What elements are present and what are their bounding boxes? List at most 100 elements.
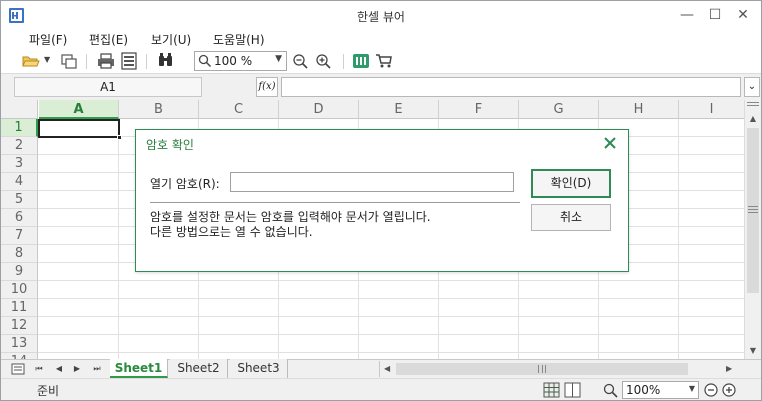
toolbar: ▼ 100 % ▼ <box>1 49 761 74</box>
new-window-icon[interactable] <box>59 52 79 70</box>
column-header[interactable]: H <box>599 100 679 119</box>
password-input[interactable] <box>230 172 514 192</box>
grid-column-line <box>678 119 679 359</box>
row-header[interactable]: 10 <box>1 281 38 299</box>
toolbar-separator <box>343 54 344 69</box>
zoom-in-icon[interactable] <box>314 52 334 70</box>
column-header[interactable]: B <box>119 100 199 119</box>
print-preview-icon[interactable] <box>119 52 139 70</box>
chevron-down-icon: ▼ <box>275 54 282 64</box>
close-window-button[interactable]: ✕ <box>731 5 755 25</box>
zoom-out-circle-icon[interactable] <box>703 382 720 398</box>
expand-formula-chevron-icon[interactable]: ⌄ <box>744 77 760 97</box>
row-header[interactable]: 1 <box>1 119 38 137</box>
status-text: 준비 <box>37 384 60 398</box>
grid-column-line <box>118 119 119 359</box>
zoom-value: 100 % <box>214 54 253 68</box>
confirm-button[interactable]: 확인(D) <box>531 169 611 198</box>
chevron-down-icon: ▼ <box>688 384 695 393</box>
grid-row-line <box>38 334 744 335</box>
page-view-icon[interactable] <box>564 382 581 398</box>
horizontal-scrollbar[interactable]: ◀ ▶ <box>379 361 739 377</box>
zoom-select[interactable]: 100 % ▼ <box>194 51 287 71</box>
row-header[interactable]: 8 <box>1 245 38 263</box>
column-header[interactable]: I <box>679 100 744 119</box>
find-icon[interactable] <box>156 52 176 70</box>
row-header[interactable]: 3 <box>1 155 38 173</box>
next-sheet-icon[interactable]: ▶ <box>69 362 85 376</box>
scroll-down-icon[interactable]: ▼ <box>745 344 761 358</box>
cancel-button[interactable]: 취소 <box>531 204 611 231</box>
menu-bar: 파일(F) 편집(E) 보기(U) 도움말(H) <box>1 31 761 49</box>
sheet-tab-2[interactable]: Sheet2 <box>170 359 228 378</box>
magnifier-icon <box>198 54 212 68</box>
first-sheet-icon[interactable]: ⏮ <box>31 362 47 376</box>
active-cell-a1[interactable] <box>38 119 122 140</box>
horizontal-scroll-thumb[interactable] <box>396 363 688 375</box>
split-handle[interactable] <box>747 102 759 106</box>
row-header[interactable]: 13 <box>1 335 38 353</box>
open-dropdown-chevron-icon[interactable]: ▼ <box>44 55 50 64</box>
select-all-corner[interactable] <box>1 100 38 119</box>
name-box[interactable]: A1 <box>14 77 202 97</box>
row-header[interactable]: 6 <box>1 209 38 227</box>
menu-edit[interactable]: 편집(E) <box>89 31 128 48</box>
row-header[interactable]: 2 <box>1 137 38 155</box>
toolbar-separator <box>146 54 147 69</box>
status-bar: 준비 100% ▼ <box>1 378 761 400</box>
grid-row-line <box>38 316 744 317</box>
window-title: 한셀 뷰어 <box>357 10 405 24</box>
zoom-out-icon[interactable] <box>291 52 311 70</box>
sheet-tab-3[interactable]: Sheet3 <box>230 359 288 378</box>
dialog-message-line-1: 암호를 설정한 문서는 암호를 입력해야 문서가 열립니다. <box>150 210 431 224</box>
grid-row-line <box>38 280 744 281</box>
menu-file[interactable]: 파일(F) <box>29 31 67 48</box>
close-icon[interactable] <box>602 135 618 151</box>
maximize-button[interactable]: ☐ <box>703 5 727 25</box>
dialog-message: 암호를 설정한 문서는 암호를 입력해야 문서가 열립니다. 다른 방법으로는 … <box>150 210 431 240</box>
sheet-tab-1[interactable]: Sheet1 <box>110 359 168 378</box>
scroll-left-icon[interactable]: ◀ <box>384 361 390 377</box>
menu-view[interactable]: 보기(U) <box>151 31 191 48</box>
column-header[interactable]: G <box>519 100 599 119</box>
function-button[interactable]: f(x) <box>256 77 278 97</box>
normal-view-icon[interactable] <box>543 382 560 398</box>
vertical-scrollbar[interactable]: ▲ ▼ <box>744 100 761 359</box>
open-folder-icon[interactable] <box>21 52 43 70</box>
cart-icon[interactable] <box>374 52 394 70</box>
row-header[interactable]: 12 <box>1 317 38 335</box>
scroll-grip-icon <box>748 206 758 213</box>
column-header[interactable]: F <box>439 100 519 119</box>
title-bar: 한셀 뷰어 — ☐ ✕ <box>1 1 761 31</box>
formula-input[interactable] <box>281 77 741 97</box>
prev-sheet-icon[interactable]: ◀ <box>51 362 67 376</box>
password-dialog: 암호 확인 열기 암호(R): 암호를 설정한 문서는 암호를 입력해야 문서가… <box>135 129 629 272</box>
minimize-button[interactable]: — <box>675 5 699 25</box>
column-header[interactable]: C <box>199 100 279 119</box>
column-header[interactable]: D <box>279 100 359 119</box>
hancom-icon[interactable] <box>351 52 371 70</box>
scroll-up-icon[interactable]: ▲ <box>745 112 761 126</box>
scroll-grip-icon <box>538 365 546 373</box>
row-header[interactable]: 5 <box>1 191 38 209</box>
zoom-in-circle-icon[interactable] <box>721 382 738 398</box>
scroll-right-icon[interactable]: ▶ <box>726 361 732 377</box>
row-header[interactable]: 7 <box>1 227 38 245</box>
magnifier-icon <box>603 383 618 398</box>
print-icon[interactable] <box>96 52 116 70</box>
toolbar-separator <box>86 54 87 69</box>
vertical-scroll-thumb[interactable] <box>747 128 759 293</box>
status-zoom-value: 100% <box>626 383 661 397</box>
column-header[interactable]: E <box>359 100 439 119</box>
row-header[interactable]: 11 <box>1 299 38 317</box>
row-header[interactable]: 4 <box>1 173 38 191</box>
row-header[interactable]: 9 <box>1 263 38 281</box>
grid-row-line <box>38 298 744 299</box>
status-zoom-select[interactable]: 100% ▼ <box>622 381 699 399</box>
menu-help[interactable]: 도움말(H) <box>213 31 265 48</box>
column-header[interactable]: A <box>39 100 119 119</box>
fill-handle[interactable] <box>117 135 122 140</box>
sheet-list-icon[interactable] <box>11 362 25 376</box>
last-sheet-icon[interactable]: ⏭ <box>89 362 105 376</box>
password-label: 열기 암호(R): <box>150 177 220 191</box>
